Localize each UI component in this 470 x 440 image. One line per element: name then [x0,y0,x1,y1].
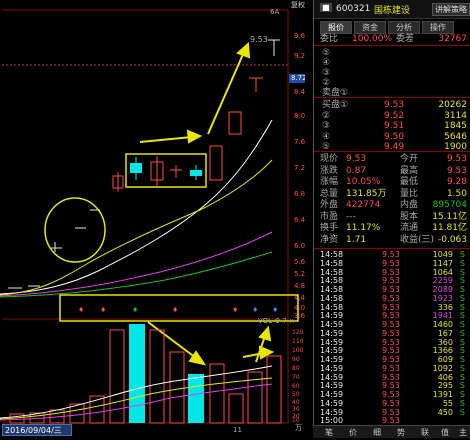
quote-stat-row: 外盘 422774 内盘 895704 [320,200,467,210]
bottom-tab[interactable]: 值 [441,427,449,438]
tick-row: 14:59 9.53 55 S [320,398,465,408]
ma5-line [0,119,273,295]
tick-row: 14:59 9.53 1941 S [320,311,465,321]
price-axis-tick: 7.2 [294,164,305,172]
price-axis-tick: 7.6 [294,138,305,146]
svg-text:♦: ♦ [272,306,278,314]
bottom-tab[interactable]: 细 [373,427,381,438]
quote-stat-row: 总量 131.85万 量比 1.50 [320,188,467,199]
volume-axis-tick: 50 [292,391,300,398]
price-axis-tick: 8.0 [294,112,305,120]
bottom-tab[interactable]: 势 [397,427,405,438]
svg-text:♦: ♦ [100,306,106,314]
quote-stat-row: 现价 9.53 今开 9.53 [320,154,467,164]
month-label: 11 [233,426,242,434]
bottom-tab[interactable]: 主 [459,427,467,438]
volume-axis-tick: 80 [292,365,300,372]
quote-stat-row: 涨幅 10.05% 最低 9.28 [320,177,467,187]
price-axis-tick: 5.2 [294,270,305,278]
svg-text:♦: ♦ [78,306,84,314]
price-axis-tick: 8.4 [294,88,305,96]
volume-axis-tick: 90 [292,356,300,363]
ratio-row: 委比 100.00% 委差 32767 [320,34,467,44]
tick-row: 14:58 9.53 2259 S [320,276,465,286]
vol-unit-label: 万 [295,424,302,432]
tick-row: 14:59 9.53 1092 S [320,363,465,373]
price-axis-tick: 3.6 [294,312,305,320]
price-axis-tick: 6.0 [294,242,305,250]
volume-axis-tick: 70 [292,374,300,381]
candle-7 [228,111,242,135]
volume-axis-tick: 110 [292,338,304,345]
volume-axis-tick: 30 [292,406,300,413]
price-axis-tick: 6.8 [294,190,305,198]
highlight-circle [44,197,106,263]
bottom-tab[interactable]: 笔 [325,427,333,438]
tick-row: 14:58 9.53 1147 S [320,258,465,268]
tick-row: 14:59 9.53 609 S [320,355,465,364]
price-axis-tick: 4.0 [294,304,305,312]
volume-axis: 120110100908070605040302010 [292,329,304,424]
volume-axis-tick: 10 [292,417,300,424]
stock-code: 600321 [336,4,371,14]
volume-axis-tick: 40 [292,399,300,406]
tick-row: 14:59 9.53 360 S [320,337,465,347]
volume-axis-tick: 100 [292,347,304,354]
price-axis-tick: 6.4 [294,216,305,224]
tick-row: 14:58 9.53 336 S [320,302,465,312]
quote-stat-row: 净资 1.71 收益(三) -0.063 [320,234,467,245]
tick-row: 14:59 9.53 167 S [320,328,465,338]
price-axis-tick: 9.2 [294,52,305,60]
stock-name: 国栋建设 [374,6,411,16]
tick-row: 14:58 9.53 1049 S [320,250,465,259]
ma30-line [0,251,273,298]
volume-axis-tick: 60 [292,383,300,390]
svg-text:♦: ♦ [232,306,238,314]
tick-row: 14:58 9.53 1923 S [320,293,465,303]
price-axis-tick: 8.72 [291,74,305,82]
tick-row: 14:59 9.53 450 S [320,407,465,417]
tick-row: 14:59 9.53 1460 S [320,320,465,329]
svg-text:♦: ♦ [132,306,138,314]
bottom-tabs: 笔 价 细 势 联 值 主 [313,425,470,438]
candles [112,39,280,192]
tick-row: 14:59 9.53 295 S [320,381,465,391]
svg-text:♦: ♦ [172,306,178,314]
indicator-short-label: 6A [270,8,279,16]
strategy-button[interactable]: 讲解策略 [432,3,470,16]
indicator-controls: VOL ⚙ ? × [258,317,295,325]
quote-header: ■ 600321 国栋建设 讲解策略 [314,0,470,19]
tick-row: 14:58 9.53 1064 S [320,267,465,277]
quote-stat-row: 换手 11.17% 流通 11.81亿 [320,223,467,233]
tick-row: 15:00 9.53 [320,416,400,426]
price-axis-tick: 4.8 [294,282,305,290]
tick-row: 14:59 9.53 1366 S [320,346,465,356]
mode-label[interactable]: 复权 [260,0,305,9]
volume-axis-tick: 120 [292,329,304,336]
tick-row: 14:59 9.53 406 S [320,372,465,382]
volume-bars [9,324,282,424]
kline-chart-area[interactable]: 9.6 9.2 8.72 8.4 8.0 7.6 7.2 6.8 6.4 6.0 5.6 5.2 4.8… [0,0,307,437]
bottom-tab[interactable]: 联 [421,427,429,438]
price-axis: 9.6 9.2 8.72 8.4 8.0 7.6 7.2 6.8 6.4 6.0 5.6 5.2 4.8… [289,32,307,320]
quote-stat-row: 涨跌 0.87 最高 9.53 [320,165,467,176]
bottom-tab[interactable]: 价 [349,427,357,438]
signal-markers: ♦ ♦ ♦ ♦ ♦ ♦ ♦ [78,306,278,314]
date-cursor-label: 2016/09/04/三 [2,424,72,436]
quote-panel: ■ 600321 国栋建设 讲解策略 报价 资金 分析 操作 委比 100.00… [313,0,470,437]
ma10-line [0,159,273,296]
svg-text:♦: ♦ [252,306,258,314]
badge-icon: ■ [320,3,332,12]
tick-row: 14:59 9.53 1391 S [320,390,465,399]
high-price-label: 9.53 [250,35,268,44]
tick-row: 14:58 9.53 2089 S [320,285,465,294]
candle-6 [209,145,223,181]
quote-stat-row: 市盈 --- 股本 15.11亿 [320,211,467,222]
kline-svg: 9.6 9.2 8.72 8.4 8.0 7.6 7.2 6.8 6.4 6.0 5.6 5.2 4.8… [0,8,307,434]
price-axis-tick: 9.6 [294,32,305,40]
price-axis-tick: 5.6 [294,258,305,266]
